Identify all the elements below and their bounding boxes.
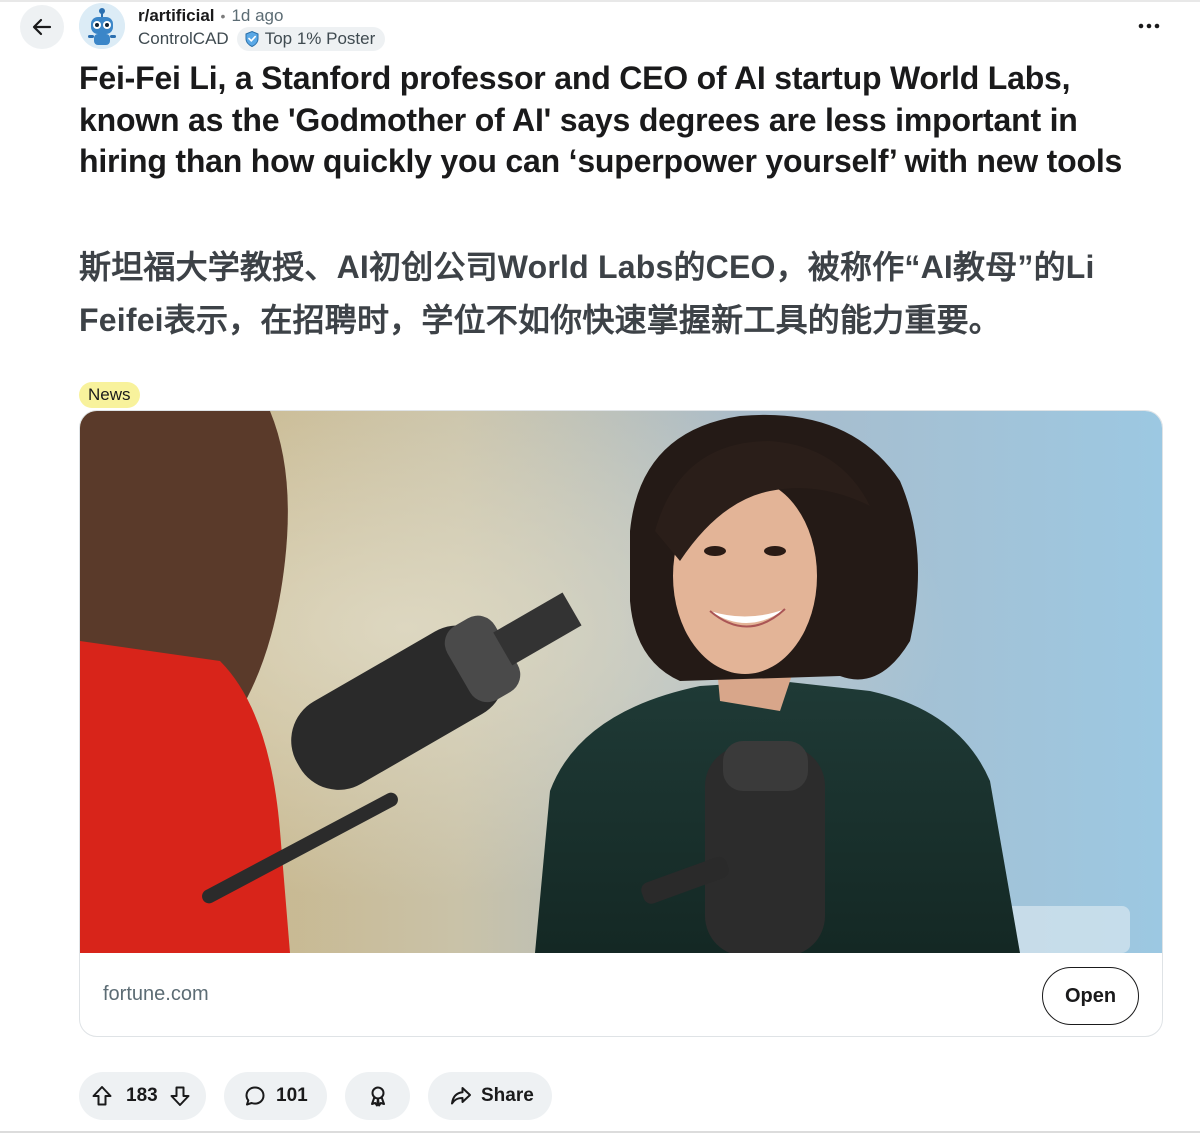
robot-mascot-icon: [79, 3, 125, 49]
comments-button[interactable]: 101: [224, 1072, 327, 1120]
author-flair: Top 1% Poster: [236, 27, 386, 51]
subreddit-avatar[interactable]: [79, 3, 125, 49]
link-preview-card[interactable]: fortune.com Open: [79, 410, 1163, 1037]
author-line: ControlCAD Top 1% Poster: [138, 27, 386, 51]
arrow-down-icon: [170, 1086, 190, 1106]
comment-count: 101: [276, 1085, 308, 1106]
subreddit-link[interactable]: r/artificial: [138, 6, 215, 26]
link-domain[interactable]: fortune.com: [103, 983, 209, 1006]
article-thumbnail[interactable]: [80, 411, 1162, 953]
more-horizontal-icon: [1138, 23, 1160, 29]
speech-bubble-icon: [243, 1084, 267, 1108]
downvote-button[interactable]: [168, 1084, 192, 1108]
arrow-left-icon: [32, 18, 52, 36]
share-button[interactable]: Share: [428, 1072, 552, 1120]
open-link-button[interactable]: Open: [1042, 967, 1139, 1025]
award-button[interactable]: [345, 1072, 410, 1120]
back-button[interactable]: [20, 5, 64, 49]
award-ribbon-icon: [370, 1086, 385, 1107]
author-flair-text: Top 1% Poster: [264, 29, 376, 48]
upvote-button[interactable]: [90, 1084, 114, 1108]
vote-count: 183: [126, 1085, 158, 1106]
more-options-button[interactable]: [1128, 12, 1170, 40]
vote-control: 183: [79, 1072, 206, 1120]
arrow-up-icon: [92, 1086, 112, 1106]
post-flair-news[interactable]: News: [79, 382, 140, 408]
post-title[interactable]: Fei-Fei Li, a Stanford professor and CEO…: [79, 58, 1169, 183]
top-border: [0, 0, 1200, 2]
author-link[interactable]: ControlCAD: [138, 29, 229, 49]
shield-badge-icon: [245, 30, 259, 48]
share-arrow-icon: [449, 1084, 473, 1108]
post-subtitle-chinese: 斯坦福大学教授、AI初创公司World Labs的CEO，被称作“AI教母”的L…: [79, 249, 1095, 338]
article-photo: [80, 411, 1162, 953]
post-time: 1d ago: [231, 6, 284, 25]
link-card-footer: fortune.com Open: [80, 953, 1162, 1036]
share-label: Share: [481, 1085, 534, 1106]
post-meta: r/artificial • 1d ago: [138, 4, 283, 28]
meta-separator: •: [220, 8, 226, 24]
